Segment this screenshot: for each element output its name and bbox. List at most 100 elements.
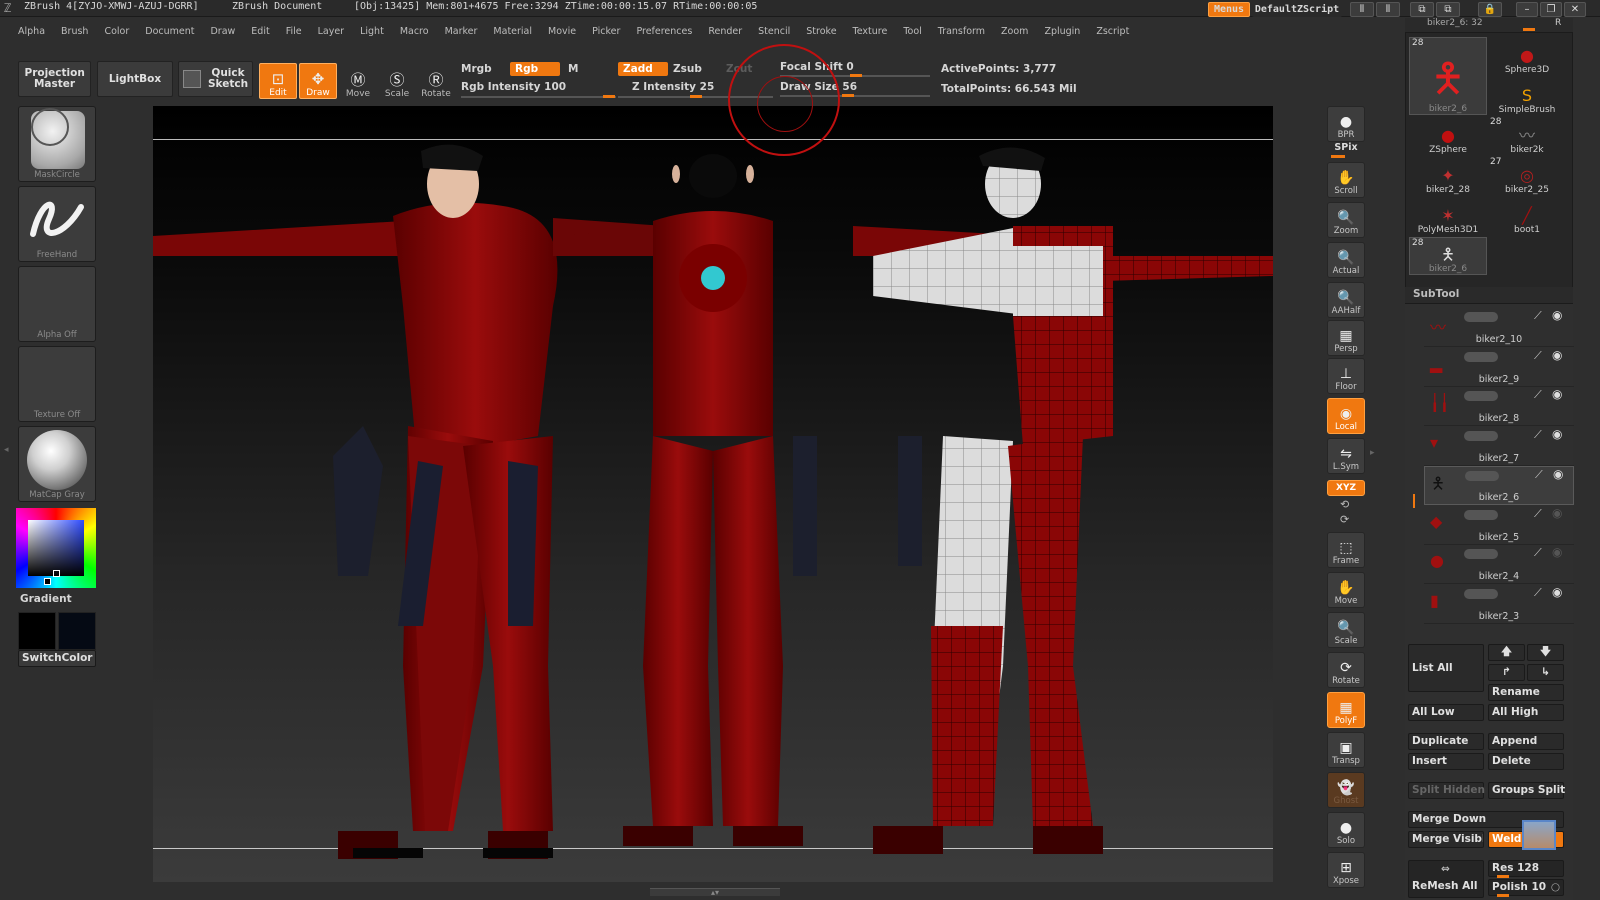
tray-right-icon[interactable]: ⫴ [1376, 2, 1400, 17]
shelf-aahalf-button[interactable]: 🔍 AAHalf [1327, 282, 1365, 318]
shelf-scroll-button[interactable]: ✋ Scroll [1327, 162, 1365, 198]
restore-icon[interactable]: ❐ [1540, 2, 1562, 17]
menu-marker[interactable]: Marker [435, 23, 484, 40]
shelf-bpr-button[interactable]: ● BPR [1327, 106, 1365, 142]
shelf-persp-button[interactable]: ▦ Persp [1327, 320, 1365, 356]
menu-light[interactable]: Light [350, 23, 390, 40]
lightbox-button[interactable]: LightBox [97, 61, 173, 97]
subtool-header[interactable]: SubTool [1405, 287, 1573, 304]
rgb-intensity-slider[interactable]: Rgb Intensity 100 [461, 81, 566, 93]
shelf-spix-button[interactable]: SPix [1327, 142, 1365, 158]
z-intensity-slider[interactable]: Z Intensity 25 [632, 81, 714, 93]
move-down-button[interactable]: 🡇 [1527, 644, 1564, 661]
visibility-toggle-icon[interactable] [1464, 549, 1498, 559]
quick-sketch-button[interactable]: Quick Sketch [178, 61, 253, 97]
spix-slider-knob[interactable] [1331, 155, 1345, 158]
eye-icon[interactable]: ◉ [1552, 348, 1562, 362]
all-low-button[interactable]: All Low [1408, 704, 1484, 721]
subtool-item[interactable]: ▾ ⟋ ◉ biker2_7 [1424, 427, 1574, 466]
eye-icon[interactable]: ◉ [1553, 467, 1563, 481]
menu-edit[interactable]: Edit [241, 23, 275, 40]
color-picker[interactable] [16, 508, 96, 588]
visibility-toggle-icon[interactable] [1465, 471, 1499, 481]
shelf-move-button[interactable]: ✋ Move [1327, 572, 1365, 608]
menu-zscript[interactable]: Zscript [1086, 23, 1135, 40]
canvas-viewport[interactable] [153, 44, 1273, 882]
tool-thumb-zsphere[interactable]: ● ZSphere [1409, 117, 1487, 156]
shelf-zoom-button[interactable]: 🔍 Zoom [1327, 202, 1365, 238]
menu-material[interactable]: Material [483, 23, 538, 40]
shelf-floor-button[interactable]: ⊥ Floor [1327, 358, 1365, 394]
subtool-item[interactable]: 〰 ⟋ ◉ biker2_10 [1424, 308, 1574, 347]
mrgb-button[interactable]: Mrgb [461, 63, 492, 75]
bottom-tray-handle-icon[interactable]: ▴▾ [650, 888, 780, 897]
stroke-thumbnail[interactable]: FreeHand [18, 186, 96, 262]
eye-icon[interactable]: ◉ [1552, 308, 1562, 322]
main-color-swatch[interactable] [18, 612, 56, 650]
lock-icon[interactable]: 🔒 [1478, 2, 1502, 17]
material-thumbnail[interactable]: MatCap Gray [18, 426, 96, 502]
switch-color-button[interactable]: SwitchColor [18, 650, 96, 667]
menu-render[interactable]: Render [698, 23, 748, 40]
visibility-toggle-icon[interactable] [1464, 351, 1498, 362]
visibility-toggle-icon[interactable] [1464, 391, 1498, 401]
shelf-local-button[interactable]: ◉ Local [1327, 398, 1365, 434]
rotate-mode-button[interactable]: Ⓡ Rotate [417, 63, 455, 99]
menu-color[interactable]: Color [94, 23, 135, 40]
draw-size-knob[interactable] [842, 94, 854, 97]
menu-document[interactable]: Document [135, 23, 200, 40]
close-icon[interactable]: ✕ [1564, 2, 1586, 17]
layout-icon[interactable]: ⧉ [1410, 2, 1434, 17]
eye-icon[interactable]: ◉ [1552, 387, 1562, 401]
shelf-transp-button[interactable]: ▣ Transp [1327, 732, 1365, 768]
tray-left-icon[interactable]: ⫴ [1350, 2, 1374, 17]
draw-mode-button[interactable]: ✥ Draw [299, 63, 337, 99]
menu-texture[interactable]: Texture [843, 23, 894, 40]
subtool-item[interactable]: ▂ ⟋ ◉ biker2_9 [1424, 348, 1574, 387]
menu-draw[interactable]: Draw [200, 23, 241, 40]
focal-shift-knob[interactable] [850, 74, 862, 77]
brush-icon[interactable]: ⟋ [1534, 388, 1542, 402]
subtool-item[interactable]: 🯅 ⟋ ◉ biker2_6 [1424, 466, 1574, 505]
duplicate-button[interactable]: Duplicate [1408, 733, 1484, 750]
tool-thumb-sphere3d[interactable]: ● Sphere3D [1488, 37, 1566, 76]
left-tray-handle-icon[interactable]: ◂ [4, 445, 12, 475]
remesh-all-button[interactable]: ReMesh All ⇔ [1408, 860, 1484, 898]
menu-macro[interactable]: Macro [390, 23, 435, 40]
arrow-right-icon[interactable]: ↱ [1488, 664, 1525, 681]
shelf-l-sym-button[interactable]: ⇋ L.Sym [1327, 438, 1365, 474]
zsub-button[interactable]: Zsub [673, 63, 702, 75]
shelf-polyf-button[interactable]: ▦ PolyF [1327, 692, 1365, 728]
res-slider-knob[interactable] [1497, 875, 1509, 878]
shelf-xpose-button[interactable]: ⊞ Xpose [1327, 852, 1365, 888]
eye-icon[interactable]: ◉ [1552, 545, 1562, 559]
color-saturation-square[interactable] [28, 520, 84, 576]
append-button[interactable]: Append [1488, 733, 1564, 750]
shelf-xyz-button[interactable]: XYZ [1327, 480, 1365, 496]
split-hidden-button[interactable]: Split Hidden [1408, 782, 1485, 799]
scale-mode-button[interactable]: Ⓢ Scale [378, 63, 416, 99]
gradient-label[interactable]: Gradient [20, 593, 72, 605]
brush-icon[interactable]: ⟋ [1534, 428, 1542, 442]
tool-thumb-simplebrush[interactable]: S SimpleBrush [1488, 77, 1566, 116]
brush-icon[interactable]: ⟋ [1534, 349, 1542, 363]
brush-icon[interactable]: ⟋ [1535, 468, 1543, 482]
groups-split-button[interactable]: Groups Split [1488, 782, 1565, 799]
z-intensity-knob[interactable] [690, 95, 702, 98]
projection-master-button[interactable]: Projection Master [18, 61, 91, 97]
rgb-intensity-knob[interactable] [603, 95, 615, 98]
move-up-button[interactable]: 🡅 [1488, 644, 1525, 661]
eye-icon[interactable]: ◉ [1552, 506, 1562, 520]
menu-preferences[interactable]: Preferences [626, 23, 698, 40]
menu-stroke[interactable]: Stroke [796, 23, 842, 40]
rotate-z-icon[interactable]: ⟳ [1340, 513, 1349, 526]
menu-brush[interactable]: Brush [51, 23, 94, 40]
edit-mode-button[interactable]: ⊡ Edit [259, 63, 297, 99]
menus-button[interactable]: Menus [1208, 2, 1250, 17]
menu-tool[interactable]: Tool [893, 23, 927, 40]
visibility-toggle-icon[interactable] [1464, 509, 1498, 520]
tool-thumb-polymesh3d1[interactable]: ✶ PolyMesh3D1 [1409, 197, 1487, 236]
tool-thumb-biker2-28[interactable]: ✦ biker2_28 [1409, 157, 1487, 196]
subtool-item[interactable]: ╽╽ ⟋ ◉ biker2_8 [1424, 387, 1574, 426]
delete-button[interactable]: Delete [1488, 753, 1564, 770]
